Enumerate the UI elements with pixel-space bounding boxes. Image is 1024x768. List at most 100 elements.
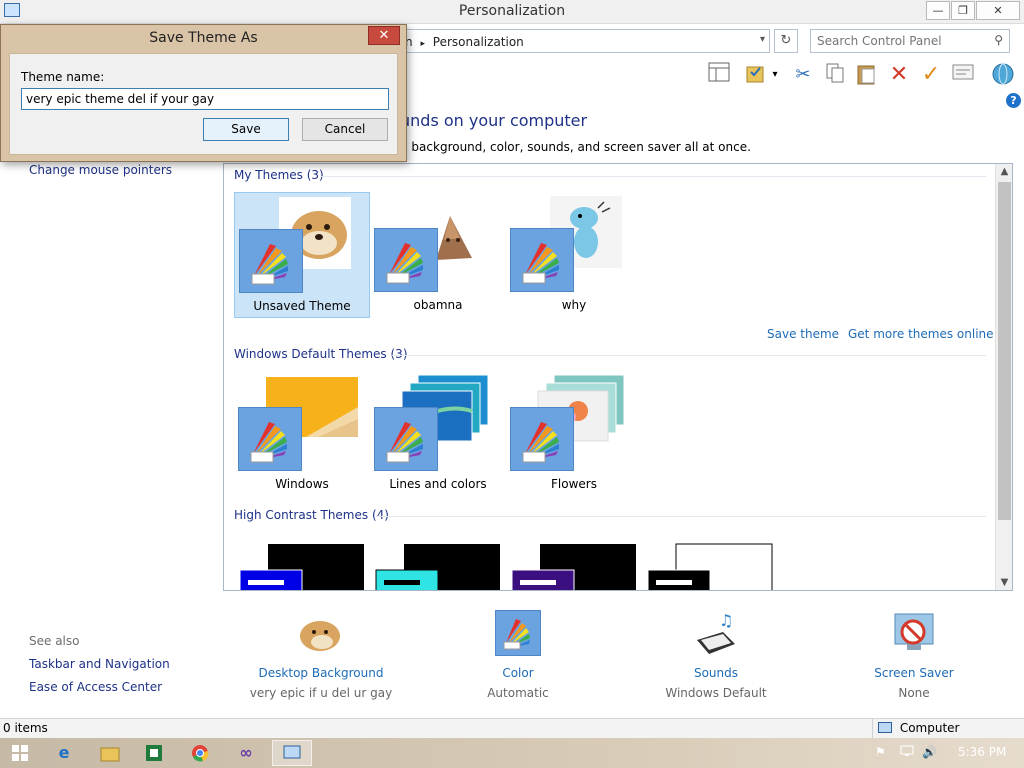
options-dropdown-icon[interactable]: ▾: [768, 62, 782, 88]
screen-saver-link[interactable]: Screen Saver: [819, 666, 1009, 680]
screen-saver-icon: [891, 610, 937, 656]
restore-button[interactable]: ❐: [951, 1, 975, 20]
screen-saver-value: None: [898, 686, 930, 700]
get-more-themes-link[interactable]: Get more themes online: [848, 327, 994, 341]
high-contrast-heading: High Contrast Themes (4): [234, 508, 389, 522]
folder-options-icon[interactable]: [742, 62, 768, 88]
scroll-down-icon[interactable]: ▼: [996, 577, 1012, 588]
chrome-icon[interactable]: [180, 740, 220, 766]
internet-explorer-icon[interactable]: e: [44, 740, 84, 766]
breadcrumb-current[interactable]: Personalization: [433, 35, 524, 49]
scroll-thumb[interactable]: [998, 182, 1011, 520]
see-also-ease-of-access-link[interactable]: Ease of Access Center: [29, 680, 162, 694]
visual-studio-icon[interactable]: ∞: [226, 740, 266, 766]
high-contrast-preview-image: [511, 544, 636, 590]
dialog-body: Theme name: Save Cancel: [9, 53, 398, 155]
delete-icon[interactable]: ✕: [886, 62, 912, 88]
theme-high-contrast-1[interactable]: [234, 538, 370, 590]
high-contrast-preview-image: [647, 543, 773, 590]
window-titlebar: Personalization — ❐ ✕: [0, 0, 1024, 24]
cut-icon[interactable]: ✂: [790, 62, 816, 88]
network-icon[interactable]: [900, 745, 914, 760]
sounds-link[interactable]: Sounds: [621, 666, 811, 680]
sidebar-item-mouse-pointers[interactable]: Change mouse pointers: [29, 163, 172, 177]
theme-high-contrast-4[interactable]: [642, 538, 778, 590]
save-theme-link[interactable]: Save theme: [767, 327, 839, 341]
svg-text:♫: ♫: [719, 611, 733, 630]
see-also-heading: See also: [29, 634, 80, 648]
theme-name-input[interactable]: [21, 88, 389, 110]
page-description: p background, color, sounds, and screen …: [400, 140, 751, 154]
divider: [392, 355, 986, 356]
breadcrumb-separator-icon[interactable]: ▸: [420, 39, 425, 49]
start-button[interactable]: [0, 740, 40, 766]
theme-obamna[interactable]: obamna: [370, 192, 506, 318]
close-button[interactable]: ✕: [976, 1, 1020, 20]
volume-icon[interactable]: 🔊: [922, 745, 937, 759]
divider: [320, 176, 986, 177]
scroll-up-icon[interactable]: ▲: [996, 166, 1012, 177]
desktop-background-setting[interactable]: Desktop Background very epic if u del ur…: [226, 610, 416, 700]
layout-icon[interactable]: [706, 62, 732, 88]
my-themes-heading: My Themes (3): [234, 168, 324, 182]
dialog-close-button[interactable]: ✕: [368, 26, 400, 45]
file-explorer-icon[interactable]: [90, 740, 130, 766]
theme-high-contrast-3[interactable]: [506, 538, 642, 590]
theme-lines-and-colors[interactable]: Lines and colors: [370, 371, 506, 497]
sounds-value: Windows Default: [665, 686, 767, 700]
search-icon[interactable]: ⚲: [994, 33, 1003, 47]
flag-icon[interactable]: ⚑: [875, 745, 886, 759]
color-value: Automatic: [487, 686, 549, 700]
dialog-title: Save Theme As: [149, 30, 258, 46]
properties-icon[interactable]: [950, 62, 976, 88]
breadcrumb[interactable]: n ▸ Personalization ▾: [400, 29, 770, 53]
divider: [872, 719, 873, 738]
default-themes-heading: Windows Default Themes (3): [234, 347, 408, 361]
sounds-setting[interactable]: ♫ Sounds Windows Default: [621, 610, 811, 700]
location-label: Computer: [899, 721, 960, 735]
color-palette-icon: [510, 407, 574, 471]
window-title: Personalization: [458, 3, 566, 19]
control-panel-taskbar-button[interactable]: [272, 740, 312, 766]
refresh-button[interactable]: ↻: [774, 29, 798, 53]
checkmark-icon[interactable]: ✓: [918, 62, 944, 88]
theme-name-label: Theme name:: [21, 70, 105, 84]
clock[interactable]: 5:36 PM: [958, 745, 1006, 759]
copy-icon[interactable]: [822, 62, 848, 88]
theme-high-contrast-2[interactable]: [370, 538, 506, 590]
save-button[interactable]: Save: [203, 118, 289, 141]
color-palette-icon: [374, 407, 438, 471]
globe-icon[interactable]: [990, 62, 1016, 88]
search-box[interactable]: ⚲: [810, 29, 1010, 53]
search-input[interactable]: [817, 31, 987, 51]
computer-icon: [878, 722, 892, 733]
page-heading: unds on your computer: [400, 111, 588, 130]
theme-label: Unsaved Theme: [253, 299, 351, 313]
help-icon[interactable]: ?: [1006, 93, 1021, 108]
theme-windows[interactable]: Windows: [234, 371, 370, 497]
color-setting[interactable]: Color Automatic: [423, 610, 613, 700]
minimize-button[interactable]: —: [926, 1, 950, 20]
command-toolbar: ▾ ✂ ✕ ✓: [700, 60, 1024, 90]
screen-saver-setting[interactable]: Screen Saver None: [819, 610, 1009, 700]
theme-why[interactable]: why: [506, 192, 642, 318]
color-palette-icon: [239, 229, 303, 293]
desktop-background-link[interactable]: Desktop Background: [226, 666, 416, 680]
theme-label: Windows: [275, 477, 329, 491]
theme-unsaved[interactable]: Unsaved Theme: [234, 192, 370, 318]
chevron-down-icon[interactable]: ▾: [760, 34, 765, 45]
color-link[interactable]: Color: [423, 666, 613, 680]
divider: [376, 516, 986, 517]
paste-icon[interactable]: [854, 62, 880, 88]
theme-list[interactable]: My Themes (3) Unsaved Theme obamna why S…: [223, 163, 1013, 591]
color-palette-icon: [495, 610, 541, 656]
theme-flowers[interactable]: Flowers: [506, 371, 642, 497]
see-also-taskbar-link[interactable]: Taskbar and Navigation: [29, 657, 170, 671]
cancel-button[interactable]: Cancel: [302, 118, 388, 141]
theme-label: obamna: [413, 298, 463, 312]
theme-list-scrollbar[interactable]: ▲ ▼: [995, 164, 1012, 590]
excel-icon[interactable]: [134, 740, 174, 766]
item-count: 0 items: [3, 721, 48, 735]
high-contrast-preview-image: [239, 544, 364, 590]
color-palette-icon: [374, 228, 438, 292]
